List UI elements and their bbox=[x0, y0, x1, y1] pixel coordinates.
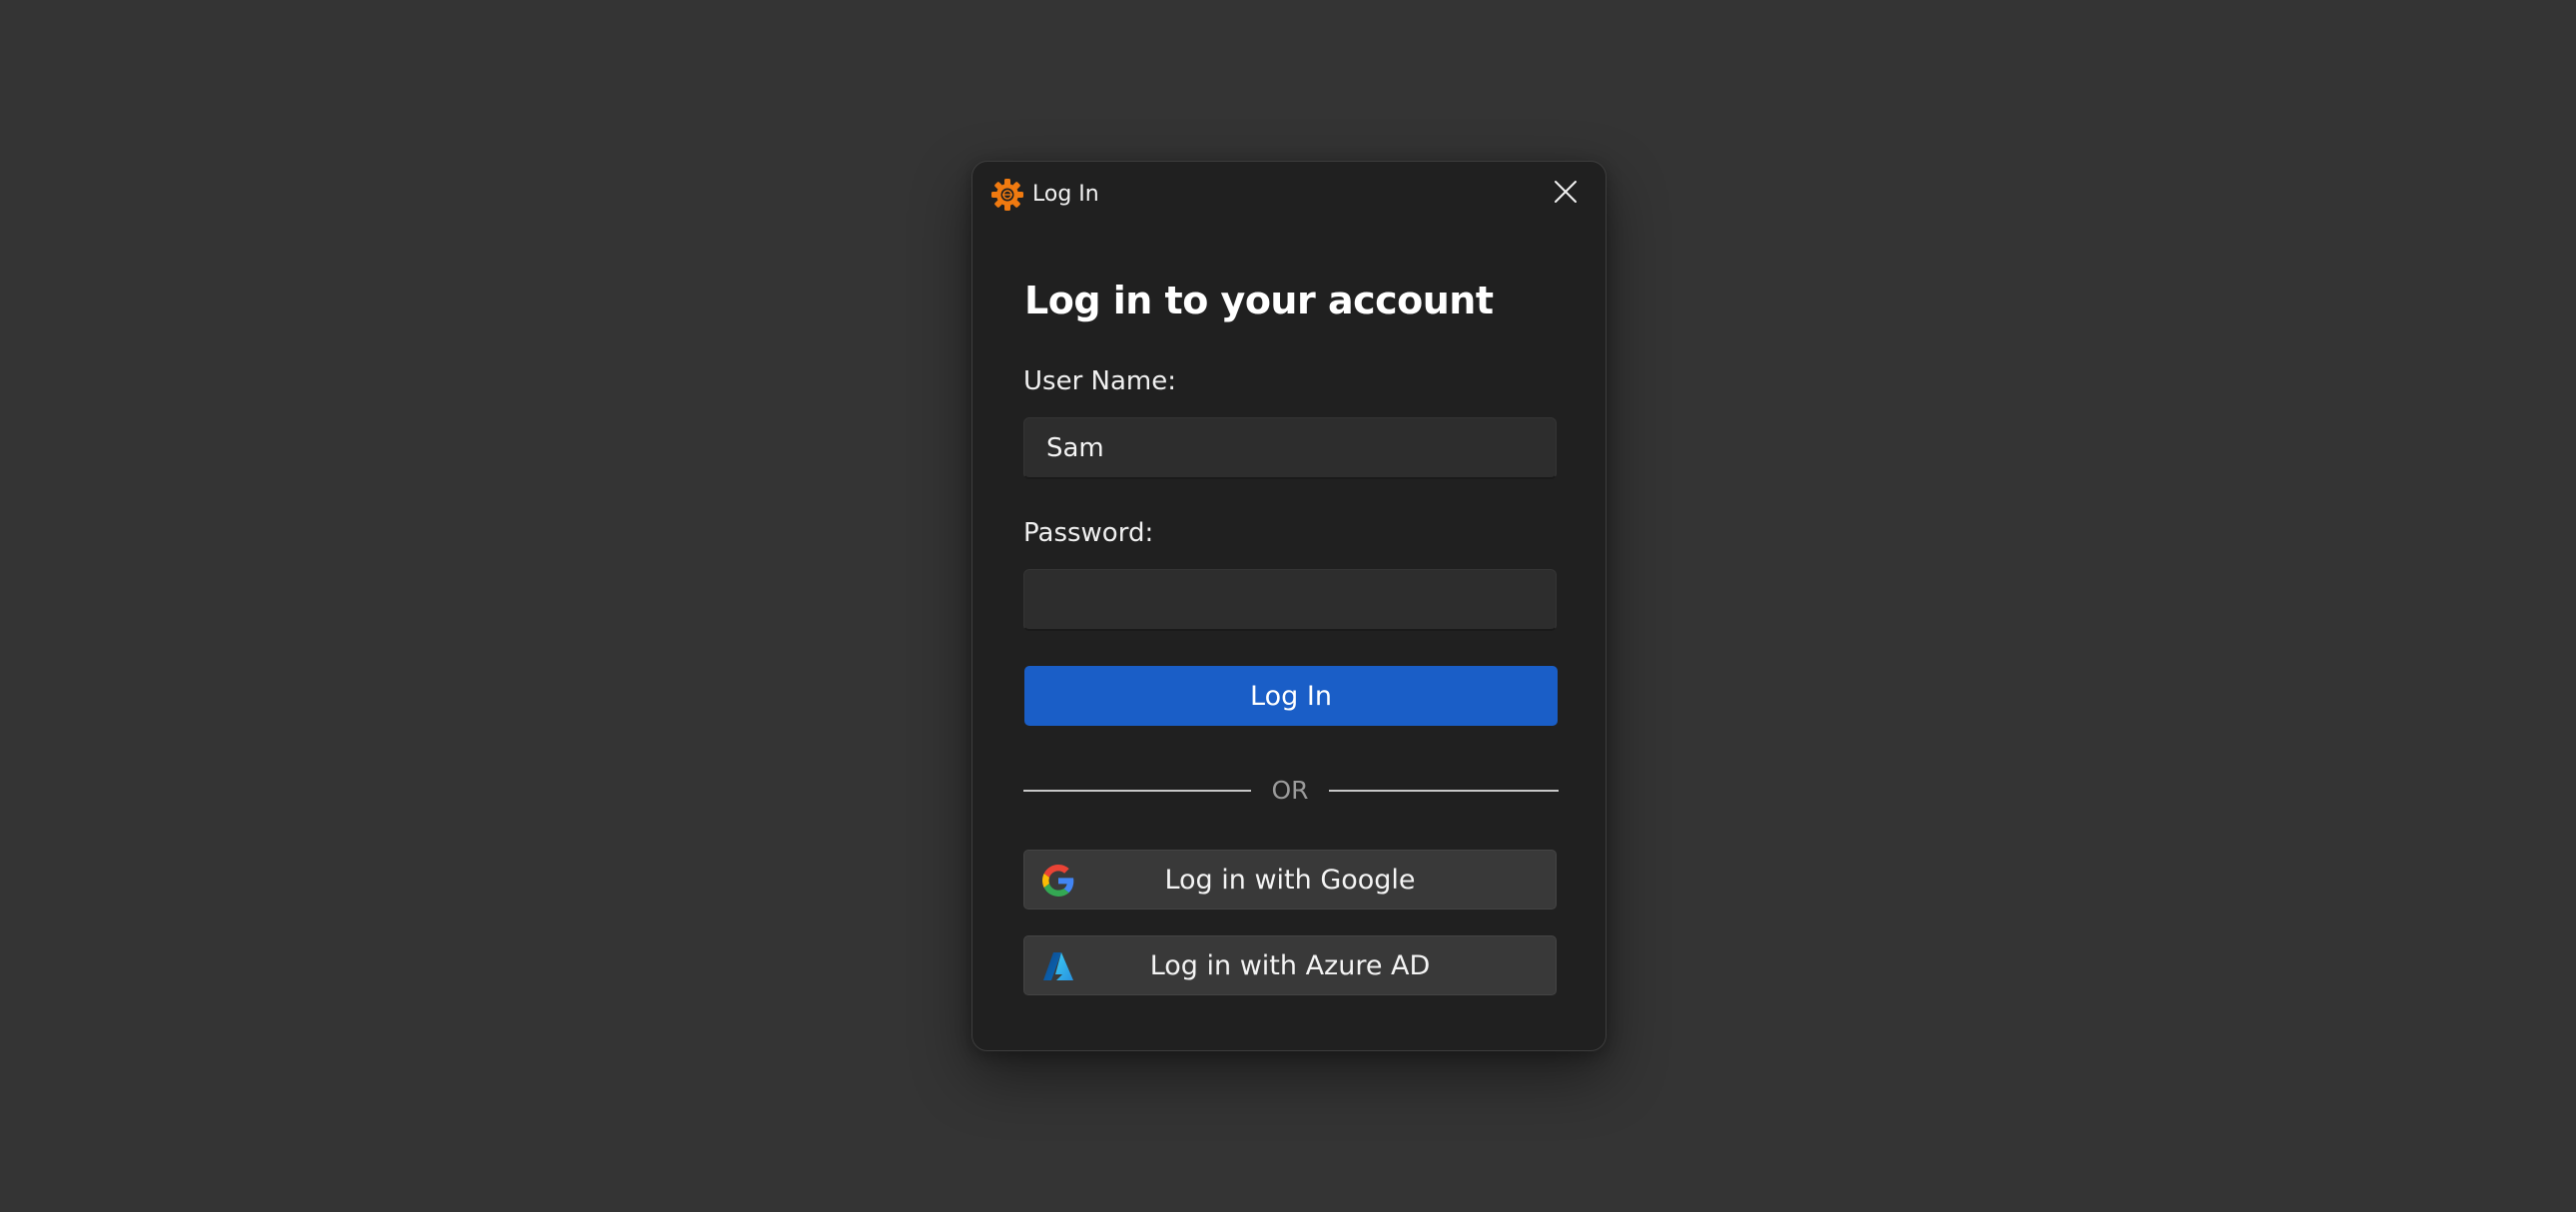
azure-login-button[interactable]: Log in with Azure AD bbox=[1023, 935, 1557, 995]
divider-text: OR bbox=[1271, 776, 1309, 805]
divider-line-left bbox=[1023, 790, 1251, 792]
or-divider: OR bbox=[1023, 773, 1559, 809]
gear-icon bbox=[990, 178, 1024, 212]
login-button[interactable]: Log In bbox=[1024, 666, 1558, 726]
azure-login-label: Log in with Azure AD bbox=[1149, 949, 1431, 981]
close-button[interactable] bbox=[1544, 174, 1588, 214]
google-login-button[interactable]: Log in with Google bbox=[1023, 850, 1557, 909]
azure-logo-icon bbox=[1042, 950, 1074, 982]
password-input[interactable] bbox=[1023, 569, 1557, 631]
close-icon bbox=[1554, 180, 1578, 208]
username-label: User Name: bbox=[1023, 366, 1176, 396]
google-logo-icon bbox=[1042, 865, 1074, 897]
google-login-label: Log in with Google bbox=[1164, 864, 1416, 896]
divider-line-right bbox=[1329, 790, 1559, 792]
password-label: Password: bbox=[1023, 518, 1154, 548]
login-dialog: Log In Log in to your account User Name:… bbox=[971, 161, 1607, 1051]
dialog-heading: Log in to your account bbox=[1024, 279, 1494, 322]
window-title: Log In bbox=[1032, 182, 1099, 207]
username-input[interactable] bbox=[1023, 417, 1557, 479]
title-bar: Log In bbox=[972, 162, 1606, 226]
